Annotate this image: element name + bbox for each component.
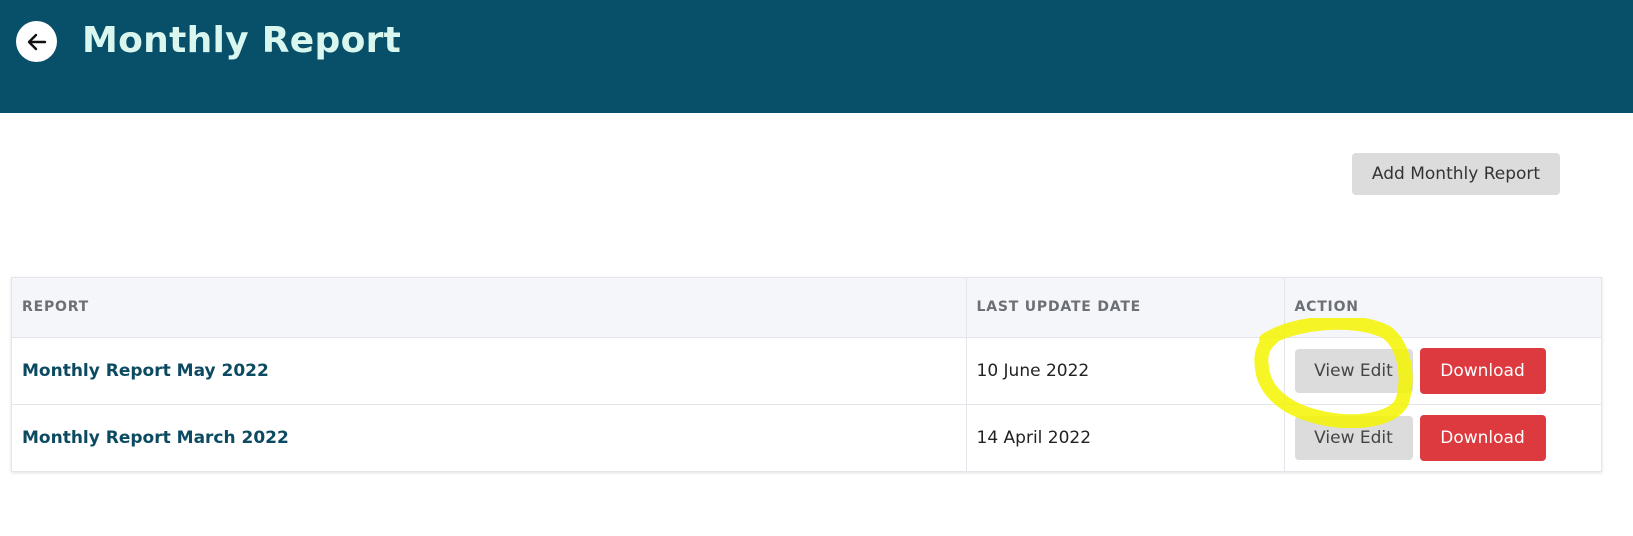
download-button[interactable]: Download <box>1419 347 1546 394</box>
view-edit-button[interactable]: View Edit <box>1294 348 1413 393</box>
add-monthly-report-button[interactable]: Add Monthly Report <box>1352 153 1560 195</box>
action-cell: View Edit Download <box>1284 403 1602 471</box>
app-header: Monthly Report <box>0 0 1633 113</box>
download-button[interactable]: Download <box>1419 414 1546 461</box>
report-link[interactable]: Monthly Report March 2022 <box>22 428 289 448</box>
reports-table: REPORT LAST UPDATE DATE ACTION Monthly R… <box>11 277 1602 472</box>
arrow-left-icon <box>27 33 46 50</box>
column-header-report: REPORT <box>12 278 967 338</box>
action-buttons: View Edit Download <box>1294 347 1602 394</box>
page-title: Monthly Report <box>82 20 402 61</box>
back-button[interactable] <box>16 21 57 62</box>
action-cell: View Edit Download <box>1284 337 1601 404</box>
last-update-date-cell: 10 June 2022 <box>966 337 1285 404</box>
table-row: Monthly Report March 2022 14 April 2022 … <box>12 403 1602 471</box>
last-update-date-cell: 14 April 2022 <box>966 403 1285 471</box>
column-header-action: ACTION <box>1284 278 1601 338</box>
table-row: Monthly Report May 2022 10 June 2022 Vie… <box>12 337 1601 404</box>
action-buttons: View Edit Download <box>1294 414 1602 461</box>
table-header-row: REPORT LAST UPDATE DATE ACTION <box>12 278 1601 338</box>
view-edit-button[interactable]: View Edit <box>1294 415 1413 460</box>
report-link[interactable]: Monthly Report May 2022 <box>22 361 269 381</box>
report-cell: Monthly Report May 2022 <box>12 337 967 404</box>
report-cell: Monthly Report March 2022 <box>12 403 967 471</box>
column-header-last-update-date: LAST UPDATE DATE <box>966 278 1285 338</box>
